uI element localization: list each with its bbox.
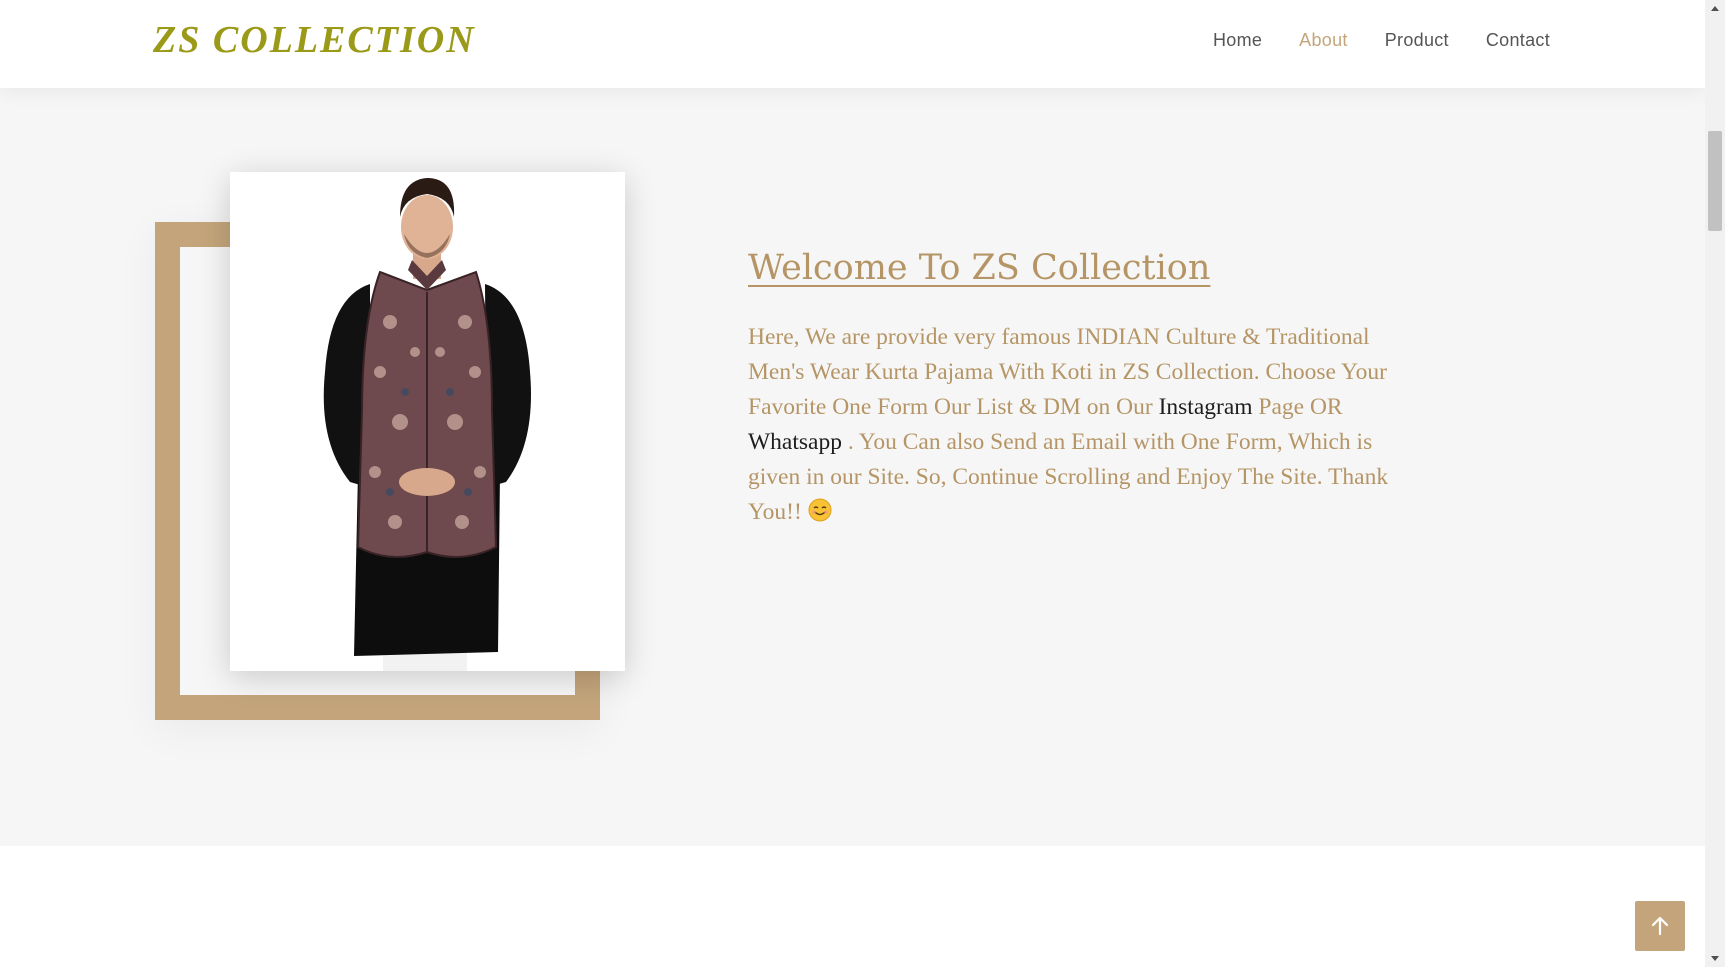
- whatsapp-link[interactable]: Whatsapp: [748, 429, 842, 455]
- about-text-part: . You Can also Send an Email with One Fo…: [748, 429, 1389, 525]
- vertical-scrollbar[interactable]: [1705, 0, 1725, 967]
- triangle-down-icon: [1711, 956, 1719, 961]
- scroll-up-button[interactable]: [1705, 0, 1725, 17]
- about-section: Welcome To ZS Collection Here, We are pr…: [0, 88, 1705, 846]
- nav-home-link[interactable]: Home: [1213, 30, 1262, 51]
- instagram-link[interactable]: Instagram: [1159, 394, 1253, 420]
- triangle-up-icon: [1711, 6, 1719, 11]
- main-nav: Home About Product Contact: [1213, 30, 1550, 51]
- about-text-part: Page OR: [1252, 394, 1343, 420]
- about-title: Welcome To ZS Collection: [748, 248, 1211, 288]
- page: ZS COLLECTION Home About Product Contact: [0, 0, 1705, 967]
- scroll-down-button[interactable]: [1705, 950, 1725, 967]
- nav-contact-link[interactable]: Contact: [1486, 30, 1550, 51]
- kurta-model-image: [323, 178, 531, 671]
- nav-about-link[interactable]: About: [1299, 30, 1348, 51]
- brand-logo[interactable]: ZS COLLECTION: [153, 18, 476, 62]
- smiling-wink-emoji-icon: [808, 498, 832, 522]
- nav-product-link[interactable]: Product: [1385, 30, 1449, 51]
- about-description: Here, We are provide very famous INDIAN …: [748, 320, 1398, 530]
- scroll-to-top-button[interactable]: [1635, 901, 1685, 951]
- arrow-up-icon: [1651, 916, 1669, 936]
- scrollbar-thumb[interactable]: [1708, 131, 1722, 231]
- navbar: ZS COLLECTION Home About Product Contact: [0, 0, 1705, 88]
- product-photo: [230, 172, 625, 671]
